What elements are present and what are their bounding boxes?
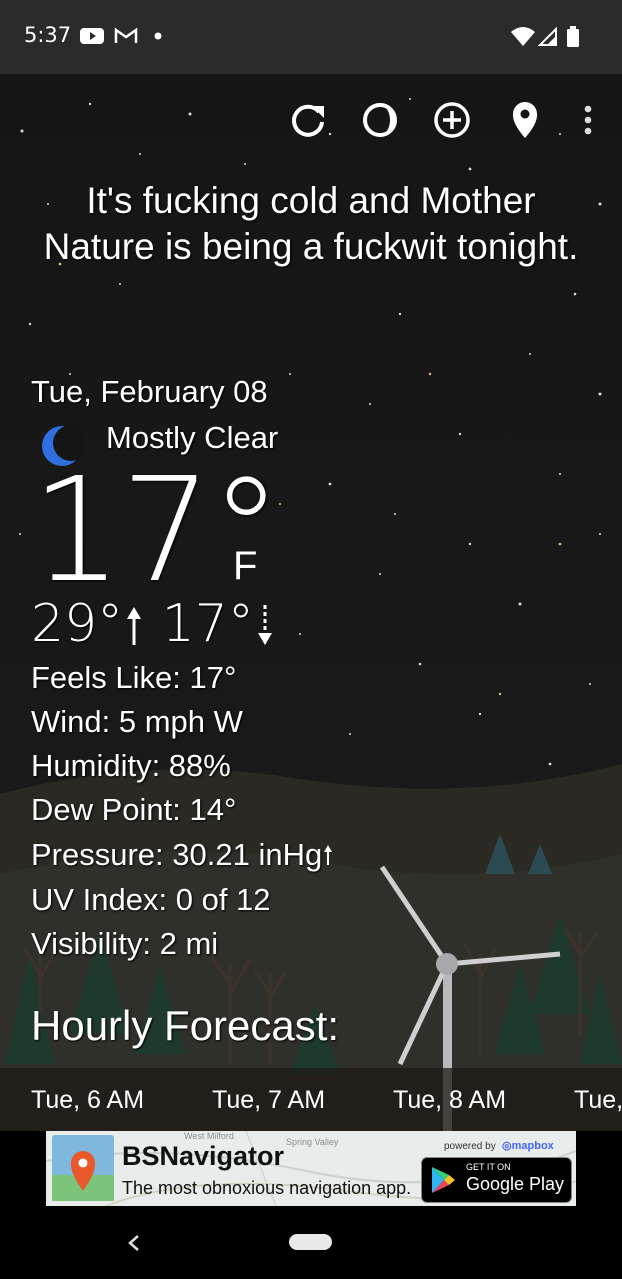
- refresh-icon: [292, 104, 324, 137]
- google-play-label: Google Play: [466, 1174, 565, 1194]
- high-low-temps: 29° 17°: [31, 594, 276, 654]
- ad-tagline: The most obnoxious navigation app.: [122, 1178, 412, 1198]
- location-pin-icon: [513, 102, 537, 138]
- powered-by-label: powered by: [444, 1141, 496, 1152]
- battery-icon: [567, 26, 579, 47]
- high-temp: 29°: [31, 594, 124, 654]
- notification-dot-icon: [154, 32, 162, 40]
- add-location-button[interactable]: [430, 98, 474, 142]
- hourly-forecast-title: Hourly Forecast:: [31, 1002, 340, 1049]
- get-it-on-label: GET IT ON: [466, 1162, 511, 1172]
- temperature-unit: F: [233, 544, 258, 588]
- ad-banner[interactable]: West Milford Spring Valley BSNavigator T…: [46, 1131, 576, 1206]
- theme-button[interactable]: [358, 98, 402, 142]
- more-options-button[interactable]: [566, 98, 610, 142]
- hourly-item[interactable]: Tue, 6 AM: [31, 1086, 144, 1115]
- arrow-up-icon: [127, 607, 142, 645]
- snarky-headline: It's fucking cold and Mother Nature is b…: [43, 180, 579, 267]
- refresh-button[interactable]: [286, 98, 330, 142]
- uv-index: UV Index: 0 of 12: [31, 882, 271, 917]
- mapbox-logo: ◎mapbox: [502, 1140, 554, 1152]
- home-pill[interactable]: [289, 1234, 332, 1250]
- pressure-rising-icon: [324, 845, 333, 865]
- hourly-item[interactable]: Tue,: [574, 1086, 622, 1115]
- back-icon[interactable]: [124, 1232, 144, 1254]
- status-time: 5:37: [24, 23, 72, 47]
- arrow-down-icon: [257, 605, 272, 645]
- current-date: Tue, February 08: [31, 374, 268, 409]
- visibility: Visibility: 2 mi: [31, 926, 219, 961]
- more-vert-icon: [584, 105, 592, 135]
- google-play-badge[interactable]: GET IT ON Google Play: [421, 1157, 572, 1203]
- cell-signal-icon: [538, 26, 557, 46]
- hourly-item[interactable]: Tue, 7 AM: [212, 1086, 325, 1115]
- map-label: Spring Valley: [286, 1137, 339, 1147]
- low-temp: 17°: [161, 594, 254, 654]
- pressure: Pressure: 30.21 inHg: [31, 837, 334, 873]
- dew-point: Dew Point: 14°: [31, 792, 237, 827]
- status-bar: 5:37: [0, 0, 622, 74]
- weather-main: It's fucking cold and Mother Nature is b…: [0, 74, 622, 1131]
- system-nav-bar: [0, 1206, 622, 1279]
- theme-icon: [363, 103, 397, 137]
- add-circle-icon: [434, 102, 470, 138]
- feels-like: Feels Like: 17°: [31, 660, 237, 695]
- humidity: Humidity: 88%: [31, 748, 231, 783]
- bsnavigator-app-icon: [52, 1135, 114, 1201]
- hourly-item[interactable]: Tue, 8 AM: [393, 1086, 506, 1115]
- wind: Wind: 5 mph W: [31, 704, 243, 739]
- ad-title: BSNavigator: [122, 1141, 285, 1171]
- map-label: West Milford: [184, 1131, 234, 1141]
- gmail-icon: [114, 27, 138, 43]
- wifi-icon: [511, 27, 535, 46]
- location-button[interactable]: [503, 98, 547, 142]
- google-play-icon: [432, 1167, 455, 1193]
- youtube-icon: [80, 28, 104, 44]
- pressure-text: Pressure: 30.21 inHg: [31, 837, 323, 872]
- mapbox-brand: mapbox: [511, 1140, 554, 1152]
